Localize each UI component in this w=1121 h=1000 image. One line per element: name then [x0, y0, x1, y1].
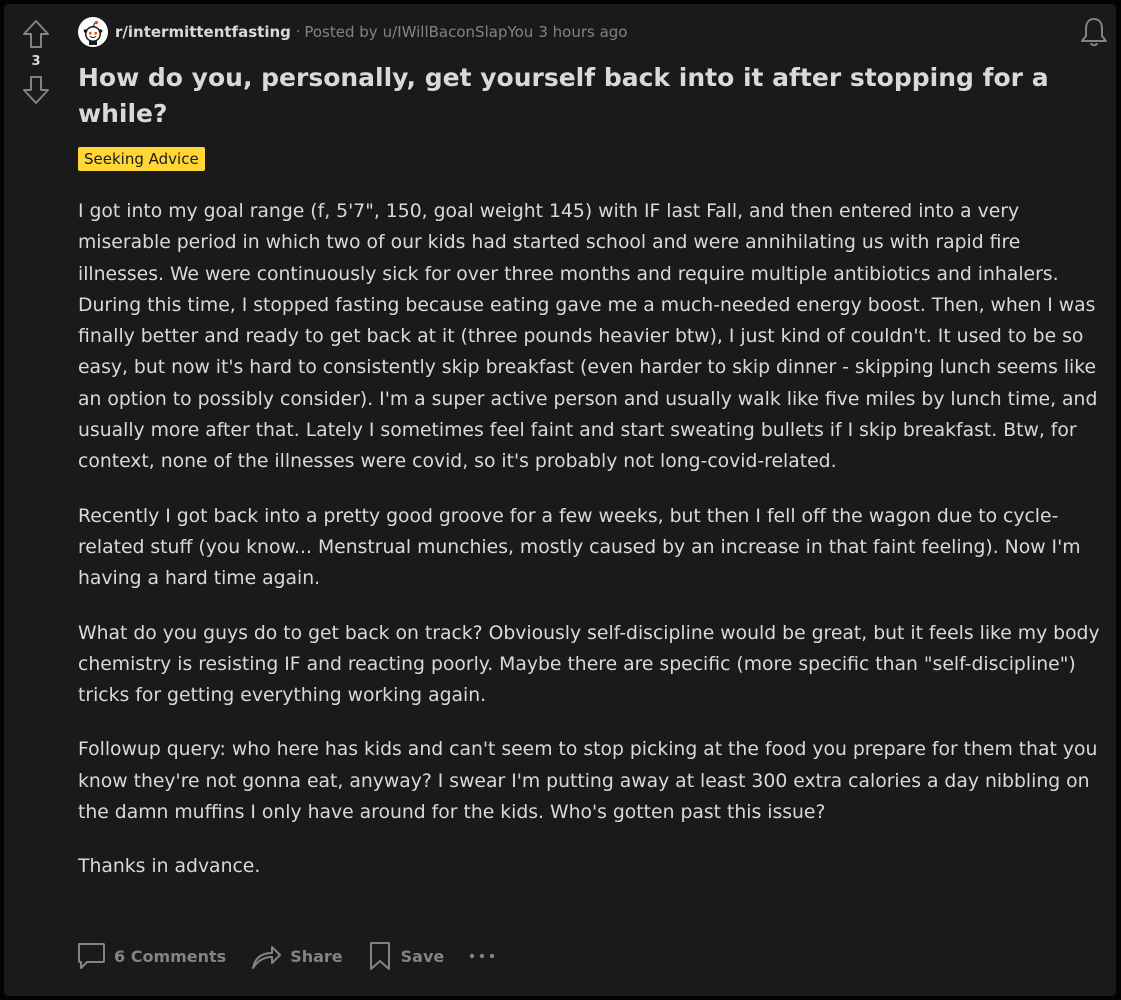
bookmark-icon [369, 942, 390, 970]
share-button[interactable]: Share [250, 941, 343, 971]
body-paragraph: Recently I got back into a pretty good g… [78, 505, 1081, 590]
post-timestamp[interactable]: 3 hours ago [538, 23, 627, 41]
more-options-button[interactable] [468, 951, 496, 961]
post-flair[interactable]: Seeking Advice [78, 147, 205, 171]
body-paragraph: Followup query: who here has kids and ca… [78, 739, 1098, 824]
meta-separator: · [295, 24, 301, 40]
body-paragraph: What do you guys do to get back on track… [78, 622, 1100, 707]
author-link[interactable]: u/IWillBaconSlapYou [383, 23, 534, 41]
subreddit-avatar[interactable] [78, 17, 108, 47]
body-paragraph: I got into my goal range (f, 5'7", 150, … [78, 201, 1098, 473]
share-icon [252, 946, 282, 969]
post-card: 3 r/intermittentfasting · Posted by u/IW… [4, 4, 1116, 996]
arrow-up-outline-icon [23, 20, 49, 48]
save-button[interactable]: Save [367, 940, 445, 972]
post-body: I got into my goal range (f, 5'7", 150, … [78, 196, 1106, 906]
comments-button[interactable]: 6 Comments [76, 940, 226, 972]
bell-icon [1081, 18, 1107, 47]
vote-score: 3 [31, 54, 41, 69]
more-horizontal-icon [470, 953, 495, 959]
comment-icon [78, 943, 105, 969]
upvote-button[interactable] [20, 18, 52, 50]
posted-by-label: Posted by [304, 23, 378, 41]
reddit-snoo-icon [83, 20, 103, 45]
notification-bell-button[interactable] [1078, 16, 1110, 48]
post-meta: r/intermittentfasting · Posted by u/IWil… [78, 16, 627, 48]
save-label: Save [400, 946, 445, 966]
downvote-button[interactable] [20, 74, 52, 106]
vote-column: 3 [18, 18, 54, 106]
arrow-down-outline-icon [23, 76, 49, 104]
post-actions: 6 Comments Share Save [76, 936, 496, 976]
body-paragraph: Thanks in advance. [78, 856, 261, 878]
subreddit-link[interactable]: r/intermittentfasting [115, 23, 291, 41]
share-label: Share [290, 946, 343, 966]
comments-label: 6 Comments [114, 946, 227, 966]
post-title[interactable]: How do you, personally, get yourself bac… [78, 60, 1078, 132]
